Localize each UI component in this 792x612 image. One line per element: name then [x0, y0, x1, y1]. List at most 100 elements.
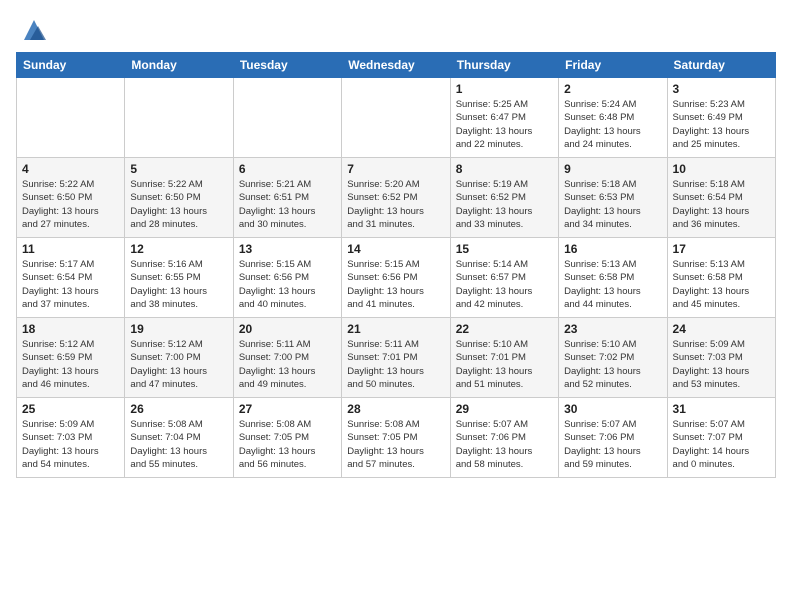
day-info: Sunrise: 5:19 AM Sunset: 6:52 PM Dayligh…: [456, 178, 553, 231]
calendar-day-cell: 19 Sunrise: 5:12 AM Sunset: 7:00 PM Dayli…: [125, 318, 233, 398]
calendar-week-row: 18Sunrise: 5:12 AM Sunset: 6:59 PM Dayli…: [17, 318, 776, 398]
calendar-day-cell: 9Sunrise: 5:18 AM Sunset: 6:53 PM Daylig…: [559, 158, 667, 238]
day-info: Sunrise: 5:20 AM Sunset: 6:52 PM Dayligh…: [347, 178, 444, 231]
day-info: Sunrise: 5:07 AM Sunset: 7:06 PM Dayligh…: [456, 418, 553, 471]
day-info: Sunrise: 5:23 AM Sunset: 6:49 PM Dayligh…: [673, 98, 770, 151]
day-info: Sunrise: 5:15 AM Sunset: 6:56 PM Dayligh…: [347, 258, 444, 311]
day-info: Sunrise: 5:09 AM Sunset: 7:03 PM Dayligh…: [673, 338, 770, 391]
calendar-day-cell: 28 Sunrise: 5:08 AM Sunset: 7:05 PM Dayli…: [342, 398, 450, 478]
calendar-day-cell: 22 Sunrise: 5:10 AM Sunset: 7:01 PM Dayli…: [450, 318, 558, 398]
calendar-day-cell: [17, 78, 125, 158]
day-info: Sunrise: 5:07 AM Sunset: 7:07 PM Dayligh…: [673, 418, 770, 471]
day-number: 31: [673, 402, 770, 416]
day-info: Sunrise: 5:08 AM Sunset: 7:05 PM Dayligh…: [347, 418, 444, 471]
calendar-day-cell: [342, 78, 450, 158]
page-header: [16, 16, 776, 44]
calendar-day-cell: 21 Sunrise: 5:11 AM Sunset: 7:01 PM Dayli…: [342, 318, 450, 398]
calendar-day-cell: 14Sunrise: 5:15 AM Sunset: 6:56 PM Dayli…: [342, 238, 450, 318]
day-info: Sunrise: 5:14 AM Sunset: 6:57 PM Dayligh…: [456, 258, 553, 311]
calendar-day-cell: 27 Sunrise: 5:08 AM Sunset: 7:05 PM Dayli…: [233, 398, 341, 478]
day-info: Sunrise: 5:08 AM Sunset: 7:04 PM Dayligh…: [130, 418, 227, 471]
calendar-day-cell: 12 Sunrise: 5:16 AM Sunset: 6:55 PM Dayli…: [125, 238, 233, 318]
day-number: 15: [456, 242, 553, 256]
day-number: 24: [673, 322, 770, 336]
calendar-day-cell: 31 Sunrise: 5:07 AM Sunset: 7:07 PM Dayli…: [667, 398, 775, 478]
calendar-day-cell: 26Sunrise: 5:08 AM Sunset: 7:04 PM Dayli…: [125, 398, 233, 478]
calendar-day-cell: 3 Sunrise: 5:23 AM Sunset: 6:49 PM Daylig…: [667, 78, 775, 158]
calendar-day-cell: 10Sunrise: 5:18 AM Sunset: 6:54 PM Dayli…: [667, 158, 775, 238]
day-number: 11: [22, 242, 119, 256]
day-info: Sunrise: 5:12 AM Sunset: 7:00 PM Dayligh…: [130, 338, 227, 391]
day-info: Sunrise: 5:11 AM Sunset: 7:01 PM Dayligh…: [347, 338, 444, 391]
calendar-day-cell: 6 Sunrise: 5:21 AM Sunset: 6:51 PM Daylig…: [233, 158, 341, 238]
calendar-day-header: Monday: [125, 53, 233, 78]
day-info: Sunrise: 5:16 AM Sunset: 6:55 PM Dayligh…: [130, 258, 227, 311]
day-number: 25: [22, 402, 119, 416]
day-number: 20: [239, 322, 336, 336]
calendar-day-cell: 2 Sunrise: 5:24 AM Sunset: 6:48 PM Daylig…: [559, 78, 667, 158]
day-number: 30: [564, 402, 661, 416]
day-info: Sunrise: 5:17 AM Sunset: 6:54 PM Dayligh…: [22, 258, 119, 311]
day-number: 12: [130, 242, 227, 256]
day-number: 19: [130, 322, 227, 336]
day-info: Sunrise: 5:13 AM Sunset: 6:58 PM Dayligh…: [673, 258, 770, 311]
day-number: 17: [673, 242, 770, 256]
calendar-week-row: 25 Sunrise: 5:09 AM Sunset: 7:03 PM Dayli…: [17, 398, 776, 478]
logo: [16, 16, 48, 44]
calendar-day-header: Sunday: [17, 53, 125, 78]
calendar-day-header: Tuesday: [233, 53, 341, 78]
calendar-day-cell: 7Sunrise: 5:20 AM Sunset: 6:52 PM Daylig…: [342, 158, 450, 238]
day-info: Sunrise: 5:22 AM Sunset: 6:50 PM Dayligh…: [130, 178, 227, 231]
calendar-day-cell: 25 Sunrise: 5:09 AM Sunset: 7:03 PM Dayli…: [17, 398, 125, 478]
day-number: 4: [22, 162, 119, 176]
day-info: Sunrise: 5:11 AM Sunset: 7:00 PM Dayligh…: [239, 338, 336, 391]
logo-icon: [20, 16, 48, 44]
day-info: Sunrise: 5:10 AM Sunset: 7:01 PM Dayligh…: [456, 338, 553, 391]
day-number: 3: [673, 82, 770, 96]
day-info: Sunrise: 5:24 AM Sunset: 6:48 PM Dayligh…: [564, 98, 661, 151]
day-number: 2: [564, 82, 661, 96]
day-info: Sunrise: 5:15 AM Sunset: 6:56 PM Dayligh…: [239, 258, 336, 311]
day-number: 16: [564, 242, 661, 256]
day-number: 13: [239, 242, 336, 256]
day-number: 28: [347, 402, 444, 416]
day-info: Sunrise: 5:08 AM Sunset: 7:05 PM Dayligh…: [239, 418, 336, 471]
day-number: 5: [130, 162, 227, 176]
calendar-day-cell: 8 Sunrise: 5:19 AM Sunset: 6:52 PM Daylig…: [450, 158, 558, 238]
day-info: Sunrise: 5:22 AM Sunset: 6:50 PM Dayligh…: [22, 178, 119, 231]
day-number: 22: [456, 322, 553, 336]
day-info: Sunrise: 5:18 AM Sunset: 6:53 PM Dayligh…: [564, 178, 661, 231]
calendar-day-cell: 16 Sunrise: 5:13 AM Sunset: 6:58 PM Dayli…: [559, 238, 667, 318]
day-info: Sunrise: 5:13 AM Sunset: 6:58 PM Dayligh…: [564, 258, 661, 311]
calendar-day-cell: 17 Sunrise: 5:13 AM Sunset: 6:58 PM Dayli…: [667, 238, 775, 318]
calendar-day-cell: 30 Sunrise: 5:07 AM Sunset: 7:06 PM Dayli…: [559, 398, 667, 478]
calendar-day-cell: 18Sunrise: 5:12 AM Sunset: 6:59 PM Dayli…: [17, 318, 125, 398]
calendar-day-header: Thursday: [450, 53, 558, 78]
day-info: Sunrise: 5:10 AM Sunset: 7:02 PM Dayligh…: [564, 338, 661, 391]
calendar-day-cell: 15 Sunrise: 5:14 AM Sunset: 6:57 PM Dayli…: [450, 238, 558, 318]
calendar-day-header: Saturday: [667, 53, 775, 78]
calendar-day-header: Wednesday: [342, 53, 450, 78]
day-number: 23: [564, 322, 661, 336]
calendar-day-cell: 5 Sunrise: 5:22 AM Sunset: 6:50 PM Daylig…: [125, 158, 233, 238]
calendar-week-row: 11 Sunrise: 5:17 AM Sunset: 6:54 PM Dayli…: [17, 238, 776, 318]
calendar-table: SundayMondayTuesdayWednesdayThursdayFrid…: [16, 52, 776, 478]
day-info: Sunrise: 5:25 AM Sunset: 6:47 PM Dayligh…: [456, 98, 553, 151]
day-number: 29: [456, 402, 553, 416]
calendar-header-row: SundayMondayTuesdayWednesdayThursdayFrid…: [17, 53, 776, 78]
calendar-day-cell: 11 Sunrise: 5:17 AM Sunset: 6:54 PM Dayli…: [17, 238, 125, 318]
day-number: 6: [239, 162, 336, 176]
day-info: Sunrise: 5:21 AM Sunset: 6:51 PM Dayligh…: [239, 178, 336, 231]
calendar-day-cell: [125, 78, 233, 158]
day-info: Sunrise: 5:09 AM Sunset: 7:03 PM Dayligh…: [22, 418, 119, 471]
day-number: 21: [347, 322, 444, 336]
calendar-day-cell: [233, 78, 341, 158]
day-info: Sunrise: 5:18 AM Sunset: 6:54 PM Dayligh…: [673, 178, 770, 231]
day-number: 27: [239, 402, 336, 416]
day-number: 8: [456, 162, 553, 176]
day-number: 1: [456, 82, 553, 96]
day-info: Sunrise: 5:07 AM Sunset: 7:06 PM Dayligh…: [564, 418, 661, 471]
calendar-day-cell: 23 Sunrise: 5:10 AM Sunset: 7:02 PM Dayli…: [559, 318, 667, 398]
calendar-day-header: Friday: [559, 53, 667, 78]
calendar-day-cell: 1 Sunrise: 5:25 AM Sunset: 6:47 PM Daylig…: [450, 78, 558, 158]
